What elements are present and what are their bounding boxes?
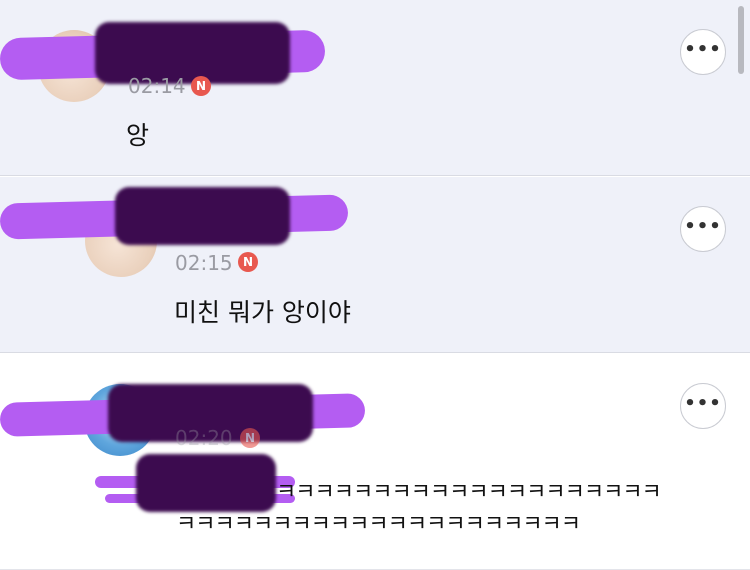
redaction-mark <box>115 187 290 245</box>
redaction-mark <box>95 22 290 84</box>
more-options-button[interactable]: ••• <box>680 206 726 252</box>
comment-text: 앙 <box>126 121 150 150</box>
new-badge: N <box>238 252 258 272</box>
comment-item: 02:20 N ㅋㅋㅋㅋㅋㅋㅋㅋㅋㅋㅋㅋㅋㅋㅋㅋㅋㅋㅋㅋ ㅋㅋㅋㅋㅋㅋㅋㅋㅋㅋㅋ… <box>0 354 750 570</box>
comment-item: 02:14 N 앙 ••• <box>0 0 750 176</box>
comment-text-line: ㅋㅋㅋㅋㅋㅋㅋㅋㅋㅋㅋㅋㅋㅋㅋㅋㅋㅋㅋㅋㅋ <box>176 512 581 537</box>
comment-text: 미친 뭐가 앙이야 <box>174 298 351 327</box>
comment-item: 02:15 N 미친 뭐가 앙이야 ••• <box>0 177 750 353</box>
scrollbar[interactable] <box>738 6 744 74</box>
comment-time: 02:20 <box>175 426 233 450</box>
more-options-button[interactable]: ••• <box>680 29 726 75</box>
new-badge: N <box>191 76 211 96</box>
redaction-mark <box>136 454 276 512</box>
new-badge: N <box>240 428 260 448</box>
comment-text-line: ㅋㅋㅋㅋㅋㅋㅋㅋㅋㅋㅋㅋㅋㅋㅋㅋㅋㅋㅋㅋ <box>276 480 662 505</box>
comment-time: 02:14 <box>128 74 186 98</box>
comment-time: 02:15 <box>175 251 233 275</box>
more-options-button[interactable]: ••• <box>680 383 726 429</box>
